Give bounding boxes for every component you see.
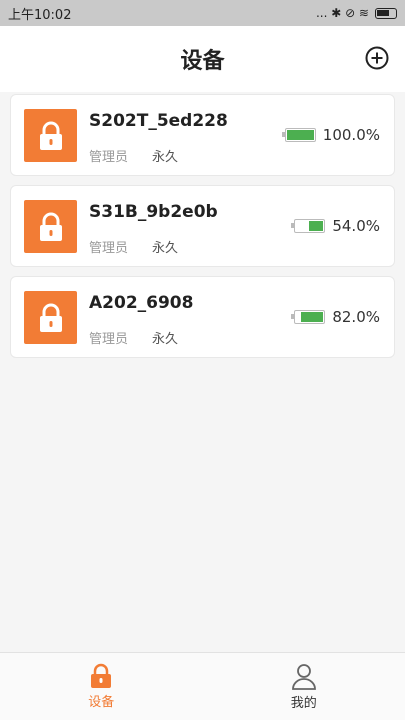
device-card[interactable]: S31B_9b2e0b 管理员 永久 54.0% bbox=[10, 185, 395, 267]
status-bar: 上午10:02 ... ✱ ⊘ ≋ bbox=[0, 0, 405, 26]
battery-text: 54.0% bbox=[332, 217, 380, 235]
status-icons-text: ... ✱ ⊘ ≋ bbox=[315, 6, 369, 20]
device-name: S202T_5ed228 bbox=[89, 111, 228, 131]
device-period: 永久 bbox=[152, 241, 179, 256]
header: 设备 bbox=[0, 26, 405, 92]
tab-mine[interactable]: 我的 bbox=[203, 653, 405, 720]
battery-indicator: 82.0% bbox=[291, 308, 380, 326]
lock-icon bbox=[24, 291, 77, 344]
device-period: 永久 bbox=[152, 150, 179, 165]
device-card[interactable]: A202_6908 管理员 永久 82.0% bbox=[10, 276, 395, 358]
tab-bar: 设备 我的 bbox=[0, 652, 405, 720]
device-name: A202_6908 bbox=[89, 293, 194, 313]
device-name: S31B_9b2e0b bbox=[89, 202, 218, 222]
device-period: 永久 bbox=[152, 332, 179, 347]
status-time: 上午10:02 bbox=[8, 7, 72, 23]
battery-status-icon bbox=[375, 7, 397, 19]
page-title: 设备 bbox=[180, 49, 225, 74]
tab-devices[interactable]: 设备 bbox=[0, 653, 203, 720]
add-device-button[interactable] bbox=[365, 46, 389, 70]
battery-icon bbox=[281, 128, 316, 142]
battery-fill bbox=[286, 130, 314, 140]
battery-fill bbox=[301, 312, 324, 322]
battery-fill bbox=[308, 221, 324, 231]
device-role: 管理员 bbox=[89, 332, 129, 347]
battery-icon bbox=[291, 310, 326, 324]
battery-icon bbox=[291, 219, 326, 233]
lock-tab-icon bbox=[91, 663, 112, 688]
tab-mine-label: 我的 bbox=[290, 696, 317, 711]
lock-icon bbox=[24, 200, 77, 253]
tab-devices-label: 设备 bbox=[88, 695, 115, 710]
device-list: S202T_5ed228 管理员 永久 100.0% S31B_9b2e0b 管… bbox=[10, 94, 395, 367]
battery-indicator: 54.0% bbox=[291, 217, 380, 235]
lock-icon bbox=[24, 109, 77, 162]
battery-indicator: 100.0% bbox=[281, 126, 380, 144]
device-card[interactable]: S202T_5ed228 管理员 永久 100.0% bbox=[10, 94, 395, 176]
battery-text: 82.0% bbox=[332, 308, 380, 326]
device-role: 管理员 bbox=[89, 150, 129, 165]
user-icon bbox=[291, 664, 316, 690]
status-icons: ... ✱ ⊘ ≋ bbox=[316, 6, 397, 20]
battery-text: 100.0% bbox=[322, 126, 380, 144]
device-role: 管理员 bbox=[89, 241, 129, 256]
